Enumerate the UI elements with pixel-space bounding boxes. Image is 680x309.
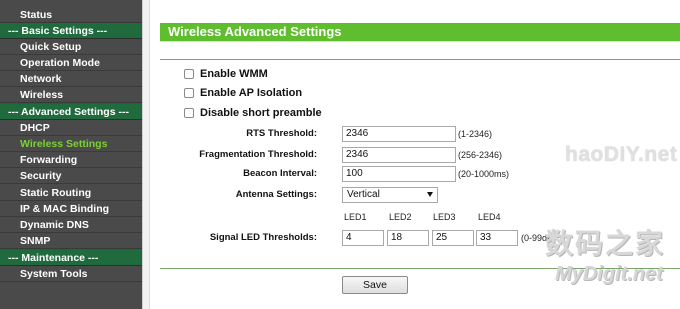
led1-header: LED1: [344, 212, 367, 222]
signal-led-thresholds-label: Signal LED Thresholds:: [209, 232, 317, 243]
enable-wmm-label: Enable WMM: [200, 68, 268, 80]
rts-threshold-input[interactable]: 2346: [342, 126, 456, 142]
led1-threshold-input[interactable]: 4: [342, 230, 384, 246]
rts-threshold-label: RTS Threshold:: [246, 128, 317, 139]
disable-short-preamble-label: Disable short preamble: [200, 107, 322, 119]
page-title: Wireless Advanced Settings: [160, 23, 680, 41]
led4-threshold-input[interactable]: 33: [476, 230, 518, 246]
haodiy-watermark: haoDIY.net: [565, 143, 678, 166]
mydigit-chinese-watermark: 数码之家: [545, 228, 666, 259]
enable-ap-isolation-label: Enable AP Isolation: [200, 87, 303, 99]
fragmentation-threshold-label: Fragmentation Threshold:: [199, 149, 317, 160]
disable-short-preamble-checkbox[interactable]: [184, 108, 194, 118]
sidebar-item-wireless[interactable]: Wireless: [0, 87, 142, 103]
section-divider-top: [160, 59, 680, 60]
enable-ap-isolation-checkbox[interactable]: [184, 88, 194, 98]
save-button[interactable]: Save: [342, 276, 408, 294]
beacon-interval-label: Beacon Interval:: [243, 168, 317, 179]
sidebar-item-operation-mode[interactable]: Operation Mode: [0, 55, 142, 71]
enable-wmm-option: Enable WMM: [184, 67, 268, 81]
led3-header: LED3: [433, 212, 456, 222]
sidebar-section-maintenance: --- Maintenance ---: [0, 250, 142, 266]
fragmentation-threshold-hint: (256-2346): [458, 150, 503, 160]
beacon-interval-input[interactable]: 100: [342, 166, 456, 182]
rts-threshold-hint: (1-2346): [458, 129, 493, 139]
led4-header: LED4: [478, 212, 501, 222]
title-divider: [160, 41, 680, 42]
sidebar-item-system-tools[interactable]: System Tools: [0, 266, 142, 282]
enable-ap-isolation-option: Enable AP Isolation: [184, 86, 302, 100]
led2-header: LED2: [389, 212, 412, 222]
beacon-interval-hint: (20-1000ms): [458, 169, 510, 179]
antenna-settings-value: Vertical: [347, 189, 380, 200]
sidebar-section-basic: --- Basic Settings ---: [0, 23, 142, 39]
led2-threshold-input[interactable]: 18: [387, 230, 429, 246]
sidebar-item-status[interactable]: Status: [0, 7, 142, 23]
sidebar-item-quick-setup[interactable]: Quick Setup: [0, 39, 142, 55]
disable-short-preamble-option: Disable short preamble: [184, 106, 322, 120]
led3-threshold-input[interactable]: 25: [432, 230, 474, 246]
mydigit-url-watermark: MyDigit.net: [555, 263, 663, 285]
sidebar-item-ip-mac-binding[interactable]: IP & MAC Binding: [0, 201, 142, 217]
dropdown-arrow-icon: [427, 192, 433, 197]
enable-wmm-checkbox[interactable]: [184, 69, 194, 79]
antenna-settings-label: Antenna Settings:: [235, 189, 317, 200]
sidebar-section-advanced: --- Advanced Settings ---: [0, 104, 142, 120]
antenna-settings-select[interactable]: Vertical: [342, 187, 438, 203]
sidebar-item-network[interactable]: Network: [0, 71, 142, 87]
fragmentation-threshold-input[interactable]: 2346: [342, 147, 456, 163]
